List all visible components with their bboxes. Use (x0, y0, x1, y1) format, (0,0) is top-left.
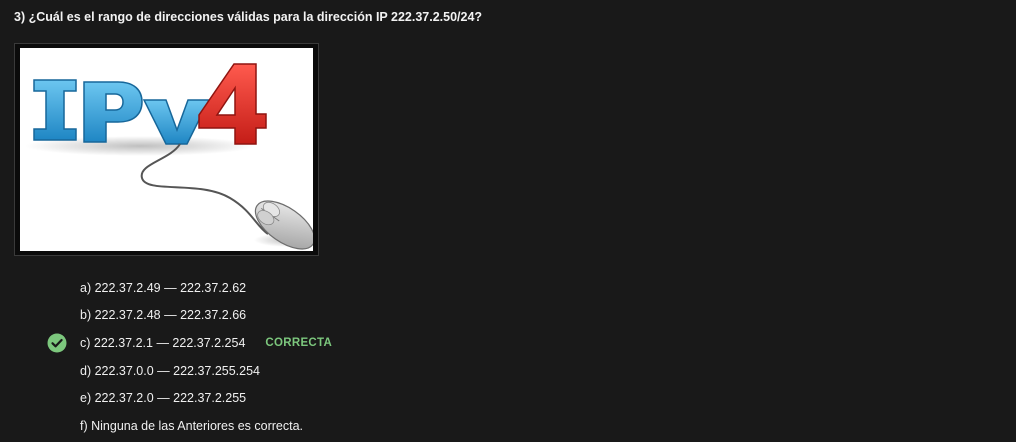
option-e: e) 222.37.2.0 — 222.37.2.255 (80, 389, 246, 407)
option-b: b) 222.37.2.48 — 222.37.2.66 (80, 306, 246, 324)
option-f: f) Ninguna de las Anteriores es correcta… (80, 417, 303, 435)
option-d: d) 222.37.0.0 — 222.37.255.254 (80, 362, 260, 380)
option-e-label: e) 222.37.2.0 — 222.37.2.255 (80, 391, 247, 405)
option-d-label: d) 222.37.0.0 — 222.37.255.254 (80, 364, 261, 378)
option-c-label: c) 222.37.2.1 — 222.37.2.254 (80, 336, 246, 350)
option-f-label: f) Ninguna de las Anteriores es correcta… (80, 419, 304, 433)
option-a-label: a) 222.37.2.49 — 222.37.2.62 (80, 281, 247, 295)
option-b-label: b) 222.37.2.48 — 222.37.2.66 (80, 308, 247, 322)
option-c: c) 222.37.2.1 — 222.37.2.254 CORRECTA (80, 334, 332, 352)
correct-badge: CORRECTA (265, 337, 333, 349)
quiz-page: 3) ¿Cuál es el rango de direcciones váli… (0, 0, 1016, 442)
check-circle-icon (47, 333, 67, 353)
answer-options: a) 222.37.2.49 — 222.37.2.62 b) 222.37.2… (0, 0, 1016, 442)
option-a: a) 222.37.2.49 — 222.37.2.62 (80, 279, 246, 297)
